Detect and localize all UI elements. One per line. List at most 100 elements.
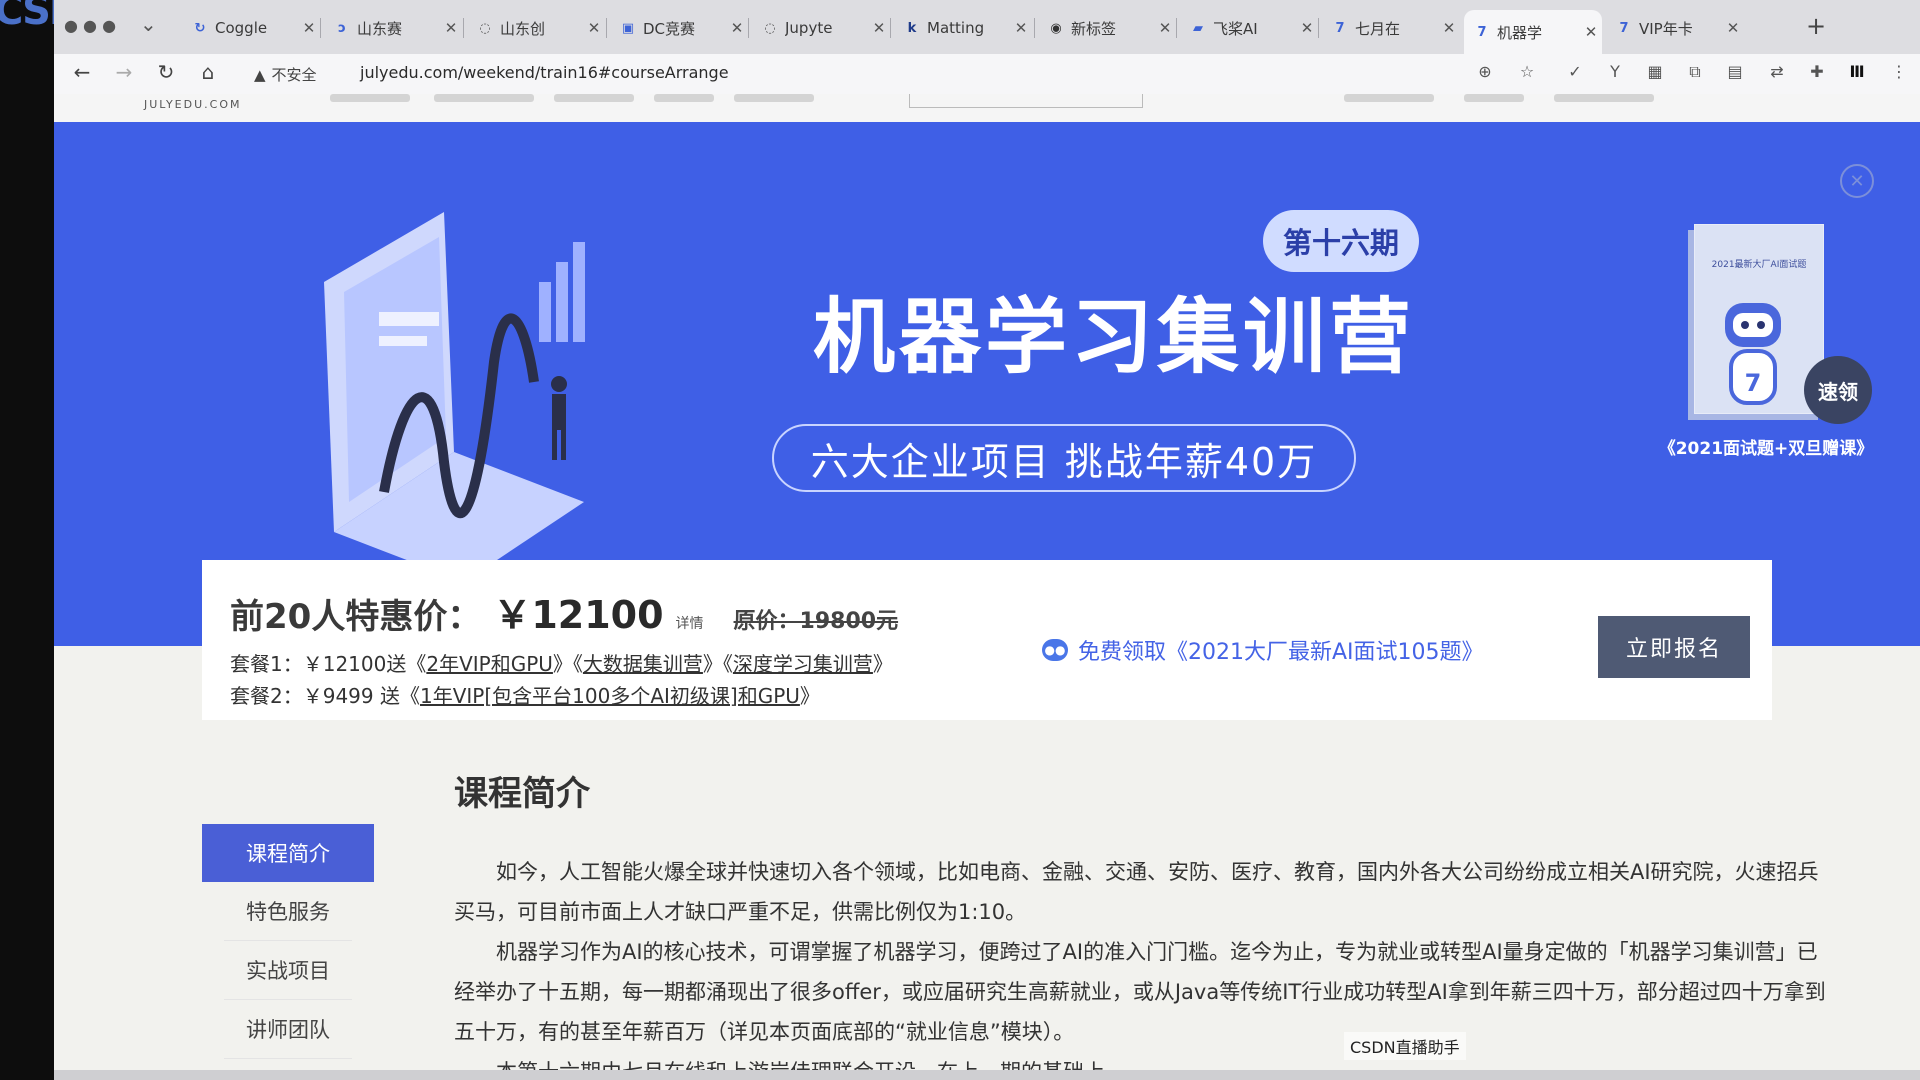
tab-separator [1318, 18, 1319, 38]
tab-separator [320, 18, 321, 38]
quick-claim-button[interactable]: 速领 [1804, 356, 1872, 424]
julyedu-icon: 7 [1335, 20, 1345, 36]
close-tab-icon[interactable]: ✕ [1438, 19, 1460, 37]
address-bar[interactable]: julyedu.com/weekend/train16#courseArrang… [360, 63, 729, 82]
nav-link[interactable] [734, 94, 814, 102]
nav-link[interactable] [434, 94, 534, 102]
course-subtitle: 六大企业项目 挑战年薪40万 [772, 424, 1356, 492]
original-price: 原价：19800元 [733, 609, 899, 634]
new-tab-icon[interactable]: + [1806, 12, 1826, 40]
intro-paragraph: 机器学习作为AI的核心技术，可谓掌握了机器学习，便跨过了AI的准入门门槛。迄今为… [454, 940, 1826, 1044]
book-caption: 《2021面试题+双旦赠课》 [1658, 439, 1874, 459]
course-intro-text: 如今，人工智能火爆全球并快速切入各个领域，比如电商、金融、交通、安防、医疗、教育… [454, 852, 1830, 1080]
profile-icon[interactable]: Ⅲ [1846, 62, 1868, 84]
extension-grid-icon[interactable]: ▦ [1644, 62, 1666, 84]
bookmark-star-icon[interactable]: ☆ [1516, 62, 1538, 84]
forward-icon[interactable]: → [110, 60, 138, 84]
svg-text:7: 7 [1745, 369, 1762, 397]
tab-separator [1034, 18, 1035, 38]
side-nav-services[interactable]: 特色服务 [224, 882, 352, 941]
tab-new-tab[interactable]: ◉ 新标签 ✕ [1038, 10, 1176, 46]
price-value: ￥12100 [493, 593, 664, 637]
loading-icon: ◌ [764, 20, 776, 36]
coggle-icon: ↻ [194, 20, 206, 36]
course-side-nav: 课程简介 特色服务 实战项目 讲师团队 [202, 824, 374, 1059]
close-tab-icon[interactable]: ✕ [1580, 23, 1602, 41]
warning-icon: ▲ [254, 65, 266, 84]
tab-jupyter[interactable]: ◌ Jupyte ✕ [752, 10, 890, 46]
site-search-input[interactable] [909, 94, 1143, 108]
extension-doc-icon[interactable]: ▤ [1724, 62, 1746, 84]
close-tab-icon[interactable]: ✕ [1296, 19, 1318, 37]
nav-link[interactable] [654, 94, 714, 102]
tab-shandong-sai[interactable]: ↄ 山东赛 ✕ [324, 10, 462, 46]
extension-puzzle-icon[interactable]: ✚ [1806, 62, 1828, 84]
nav-link[interactable] [1554, 94, 1654, 102]
loading-icon: ◌ [479, 20, 491, 36]
tab-vip-card[interactable]: 7 VIP年卡 ✕ [1606, 10, 1744, 46]
price-detail-link[interactable]: 详情 [676, 613, 704, 633]
close-tab-icon[interactable]: ✕ [868, 19, 890, 37]
back-icon[interactable]: ← [68, 60, 96, 84]
package-2: 套餐2：￥9499 送《1年VIP[包含平台100多个AI初级课]和GPU》 [230, 684, 820, 708]
pkg1-deeplearning-link[interactable]: 深度学习集训营 [733, 652, 873, 676]
tab-machine-learning[interactable]: 7 机器学 ✕ [1464, 10, 1602, 54]
tab-matting[interactable]: k Matting ✕ [894, 10, 1032, 46]
enroll-button[interactable]: 立即报名 [1598, 616, 1750, 678]
side-nav-projects[interactable]: 实战项目 [224, 941, 352, 1000]
price-line: 前20人特惠价： ￥12100 详情 原价：19800元 [230, 584, 898, 639]
close-tab-icon[interactable]: ✕ [1010, 19, 1032, 37]
csdn-watermark: CSDN直播助手 [1344, 1032, 1466, 1060]
extension-y-icon[interactable]: Y [1604, 62, 1626, 84]
nav-link[interactable] [330, 94, 410, 102]
dc-icon: ▣ [621, 20, 635, 36]
tab-shandong-chuang[interactable]: ◌ 山东创 ✕ [467, 10, 605, 46]
window-controls-icon[interactable]: ● ● ● [64, 16, 116, 35]
pkg1-bigdata-link[interactable]: 大数据集训营 [583, 652, 703, 676]
free-interview-promo[interactable]: ●● 免费领取《2021大厂最新AI面试105题》 [1042, 634, 1484, 666]
pkg1-vip-gpu-link[interactable]: 2年VIP和GPU [426, 652, 553, 676]
price-label: 前20人特惠价： [230, 597, 482, 637]
close-tab-icon[interactable]: ✕ [726, 19, 748, 37]
package-1: 套餐1：￥12100送《2年VIP和GPU》《大数据集训营》《深度学习集训营》 [230, 652, 893, 676]
extension-translate-icon[interactable]: ⧉ [1684, 62, 1706, 84]
tab-separator [1176, 18, 1177, 38]
menu-dots-icon[interactable]: ⋮ [1888, 62, 1910, 84]
tab-search-icon[interactable]: ⌄ [140, 12, 157, 36]
browser-window: ● ● ● ⌄ ↻ Coggle ✕ ↄ 山东赛 ✕ ◌ 山东创 ✕ ▣ DC竞… [54, 0, 1920, 1080]
nav-link[interactable] [1344, 94, 1434, 102]
close-tab-icon[interactable]: ✕ [440, 19, 462, 37]
install-icon[interactable]: ⊕ [1474, 62, 1496, 84]
security-indicator[interactable]: ▲ 不安全 [254, 64, 317, 85]
nav-link[interactable] [554, 94, 634, 102]
site-logo[interactable]: JULYEDU.COM [144, 98, 241, 111]
paddle-icon: ▰ [1193, 20, 1203, 36]
side-nav-intro[interactable]: 课程简介 [202, 824, 374, 882]
bottom-scroll-bar[interactable] [54, 1070, 1920, 1080]
close-tab-icon[interactable]: ✕ [298, 19, 320, 37]
tab-dc-competition[interactable]: ▣ DC竞赛 ✕ [610, 10, 748, 46]
swirl-icon: ↄ [338, 20, 346, 36]
tab-julyedu[interactable]: 7 七月在 ✕ [1322, 10, 1460, 46]
extension-check-icon[interactable]: ✓ [1564, 62, 1586, 84]
tab-coggle[interactable]: ↻ Coggle ✕ [182, 10, 320, 46]
course-title: 机器学习集训营 [812, 290, 1415, 385]
reload-icon[interactable]: ↻ [152, 60, 180, 84]
close-icon[interactable]: ✕ [1840, 164, 1874, 198]
tab-bar: ● ● ● ⌄ ↻ Coggle ✕ ↄ 山东赛 ✕ ◌ 山东创 ✕ ▣ DC竞… [54, 0, 1920, 54]
site-header: JULYEDU.COM [54, 94, 1920, 122]
laptop-illustration [324, 212, 585, 562]
browser-toolbar: ← → ↻ ⌂ ▲ 不安全 julyedu.com/weekend/train1… [54, 54, 1920, 95]
wechat-icon: ●● [1042, 639, 1068, 661]
julyedu-icon: 7 [1477, 24, 1487, 40]
side-nav-teachers[interactable]: 讲师团队 [224, 1000, 352, 1059]
tab-paddle-ai[interactable]: ▰ 飞桨AI ✕ [1180, 10, 1318, 46]
close-tab-icon[interactable]: ✕ [1154, 19, 1176, 37]
tab-separator [463, 18, 464, 38]
pkg2-vip-link[interactable]: 1年VIP[包含平台100多个AI初级课]和GPU [420, 684, 800, 708]
close-tab-icon[interactable]: ✕ [1722, 19, 1744, 37]
extension-sync-icon[interactable]: ⇄ [1766, 62, 1788, 84]
nav-link[interactable] [1464, 94, 1524, 102]
close-tab-icon[interactable]: ✕ [583, 19, 605, 37]
home-icon[interactable]: ⌂ [194, 60, 222, 84]
